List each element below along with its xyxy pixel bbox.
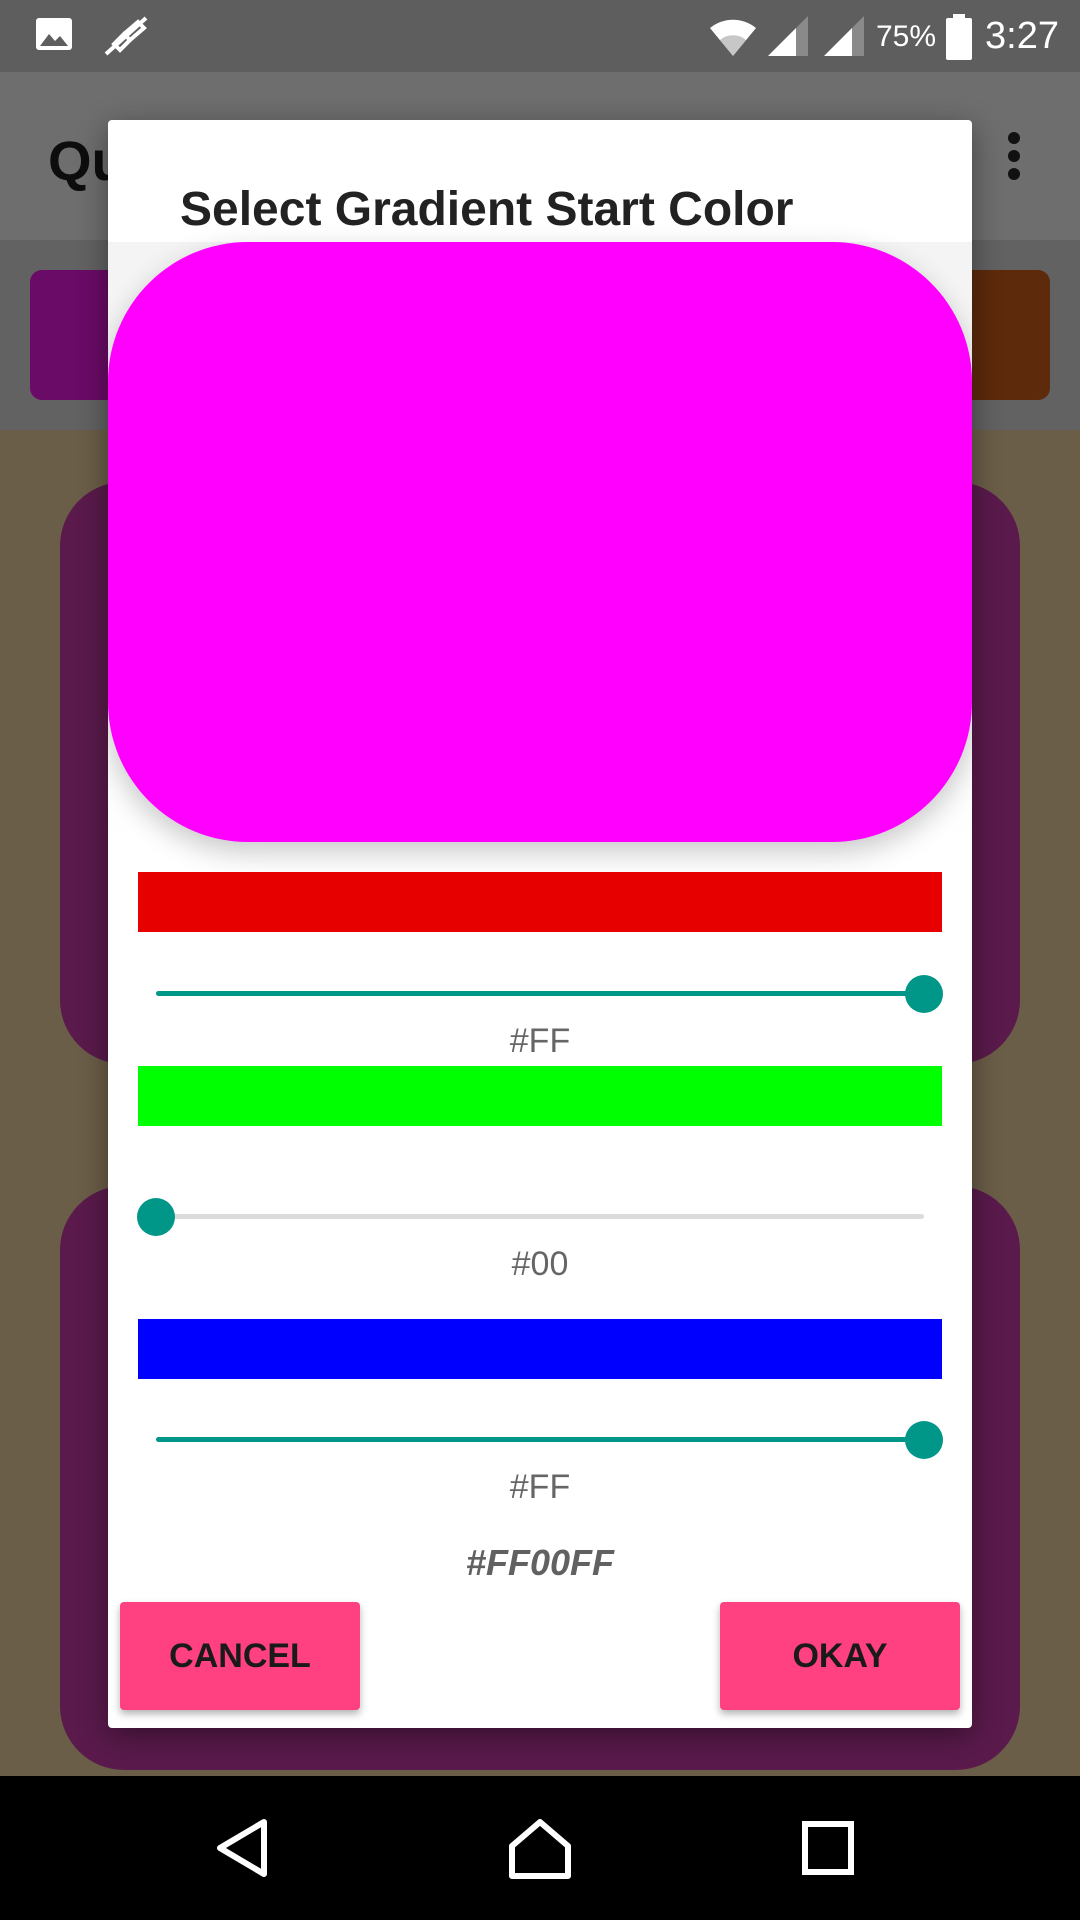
recents-icon[interactable]: [800, 1816, 856, 1880]
app-title: Qu: [48, 129, 108, 192]
hex-color-value: #FF00FF: [465, 1542, 615, 1583]
clock: 3:27: [985, 15, 1059, 57]
home-icon[interactable]: [504, 1816, 576, 1880]
red-slider[interactable]: [156, 974, 943, 1014]
mute-icon: [104, 16, 148, 56]
green-slider[interactable]: [137, 1197, 924, 1237]
green-hex-label: #00: [511, 1245, 569, 1283]
wifi-icon: [710, 19, 756, 56]
battery-icon: [946, 14, 972, 60]
slider-thumb[interactable]: [905, 975, 943, 1013]
color-picker-dialog: Select Gradient Start Color #FF #00 #FF …: [108, 120, 972, 1728]
blue-swatch: [138, 1319, 942, 1379]
color-preview: [108, 242, 972, 842]
gallery-icon: [36, 18, 72, 50]
blue-hex-label: #FF: [509, 1468, 571, 1506]
slider-track: [156, 1214, 924, 1219]
battery-percent: 75%: [876, 20, 937, 53]
red-swatch: [138, 872, 942, 932]
signal-icon: [824, 16, 864, 56]
red-hex-label: #FF: [509, 1022, 571, 1060]
slider-fill: [156, 1437, 924, 1442]
cancel-button[interactable]: CANCEL: [120, 1602, 360, 1710]
signal-icon: [768, 16, 808, 56]
status-bar: 75% 3:27: [0, 0, 1080, 72]
okay-button[interactable]: OKAY: [720, 1602, 960, 1710]
dialog-title: Select Gradient Start Color: [180, 183, 794, 236]
navigation-bar: [0, 1776, 1080, 1920]
slider-fill: [156, 991, 924, 996]
slider-thumb[interactable]: [905, 1421, 943, 1459]
green-swatch: [138, 1066, 942, 1126]
blue-slider[interactable]: [156, 1420, 943, 1460]
back-icon[interactable]: [210, 1816, 274, 1880]
more-vert-icon[interactable]: [1000, 130, 1028, 182]
slider-thumb[interactable]: [137, 1198, 175, 1236]
